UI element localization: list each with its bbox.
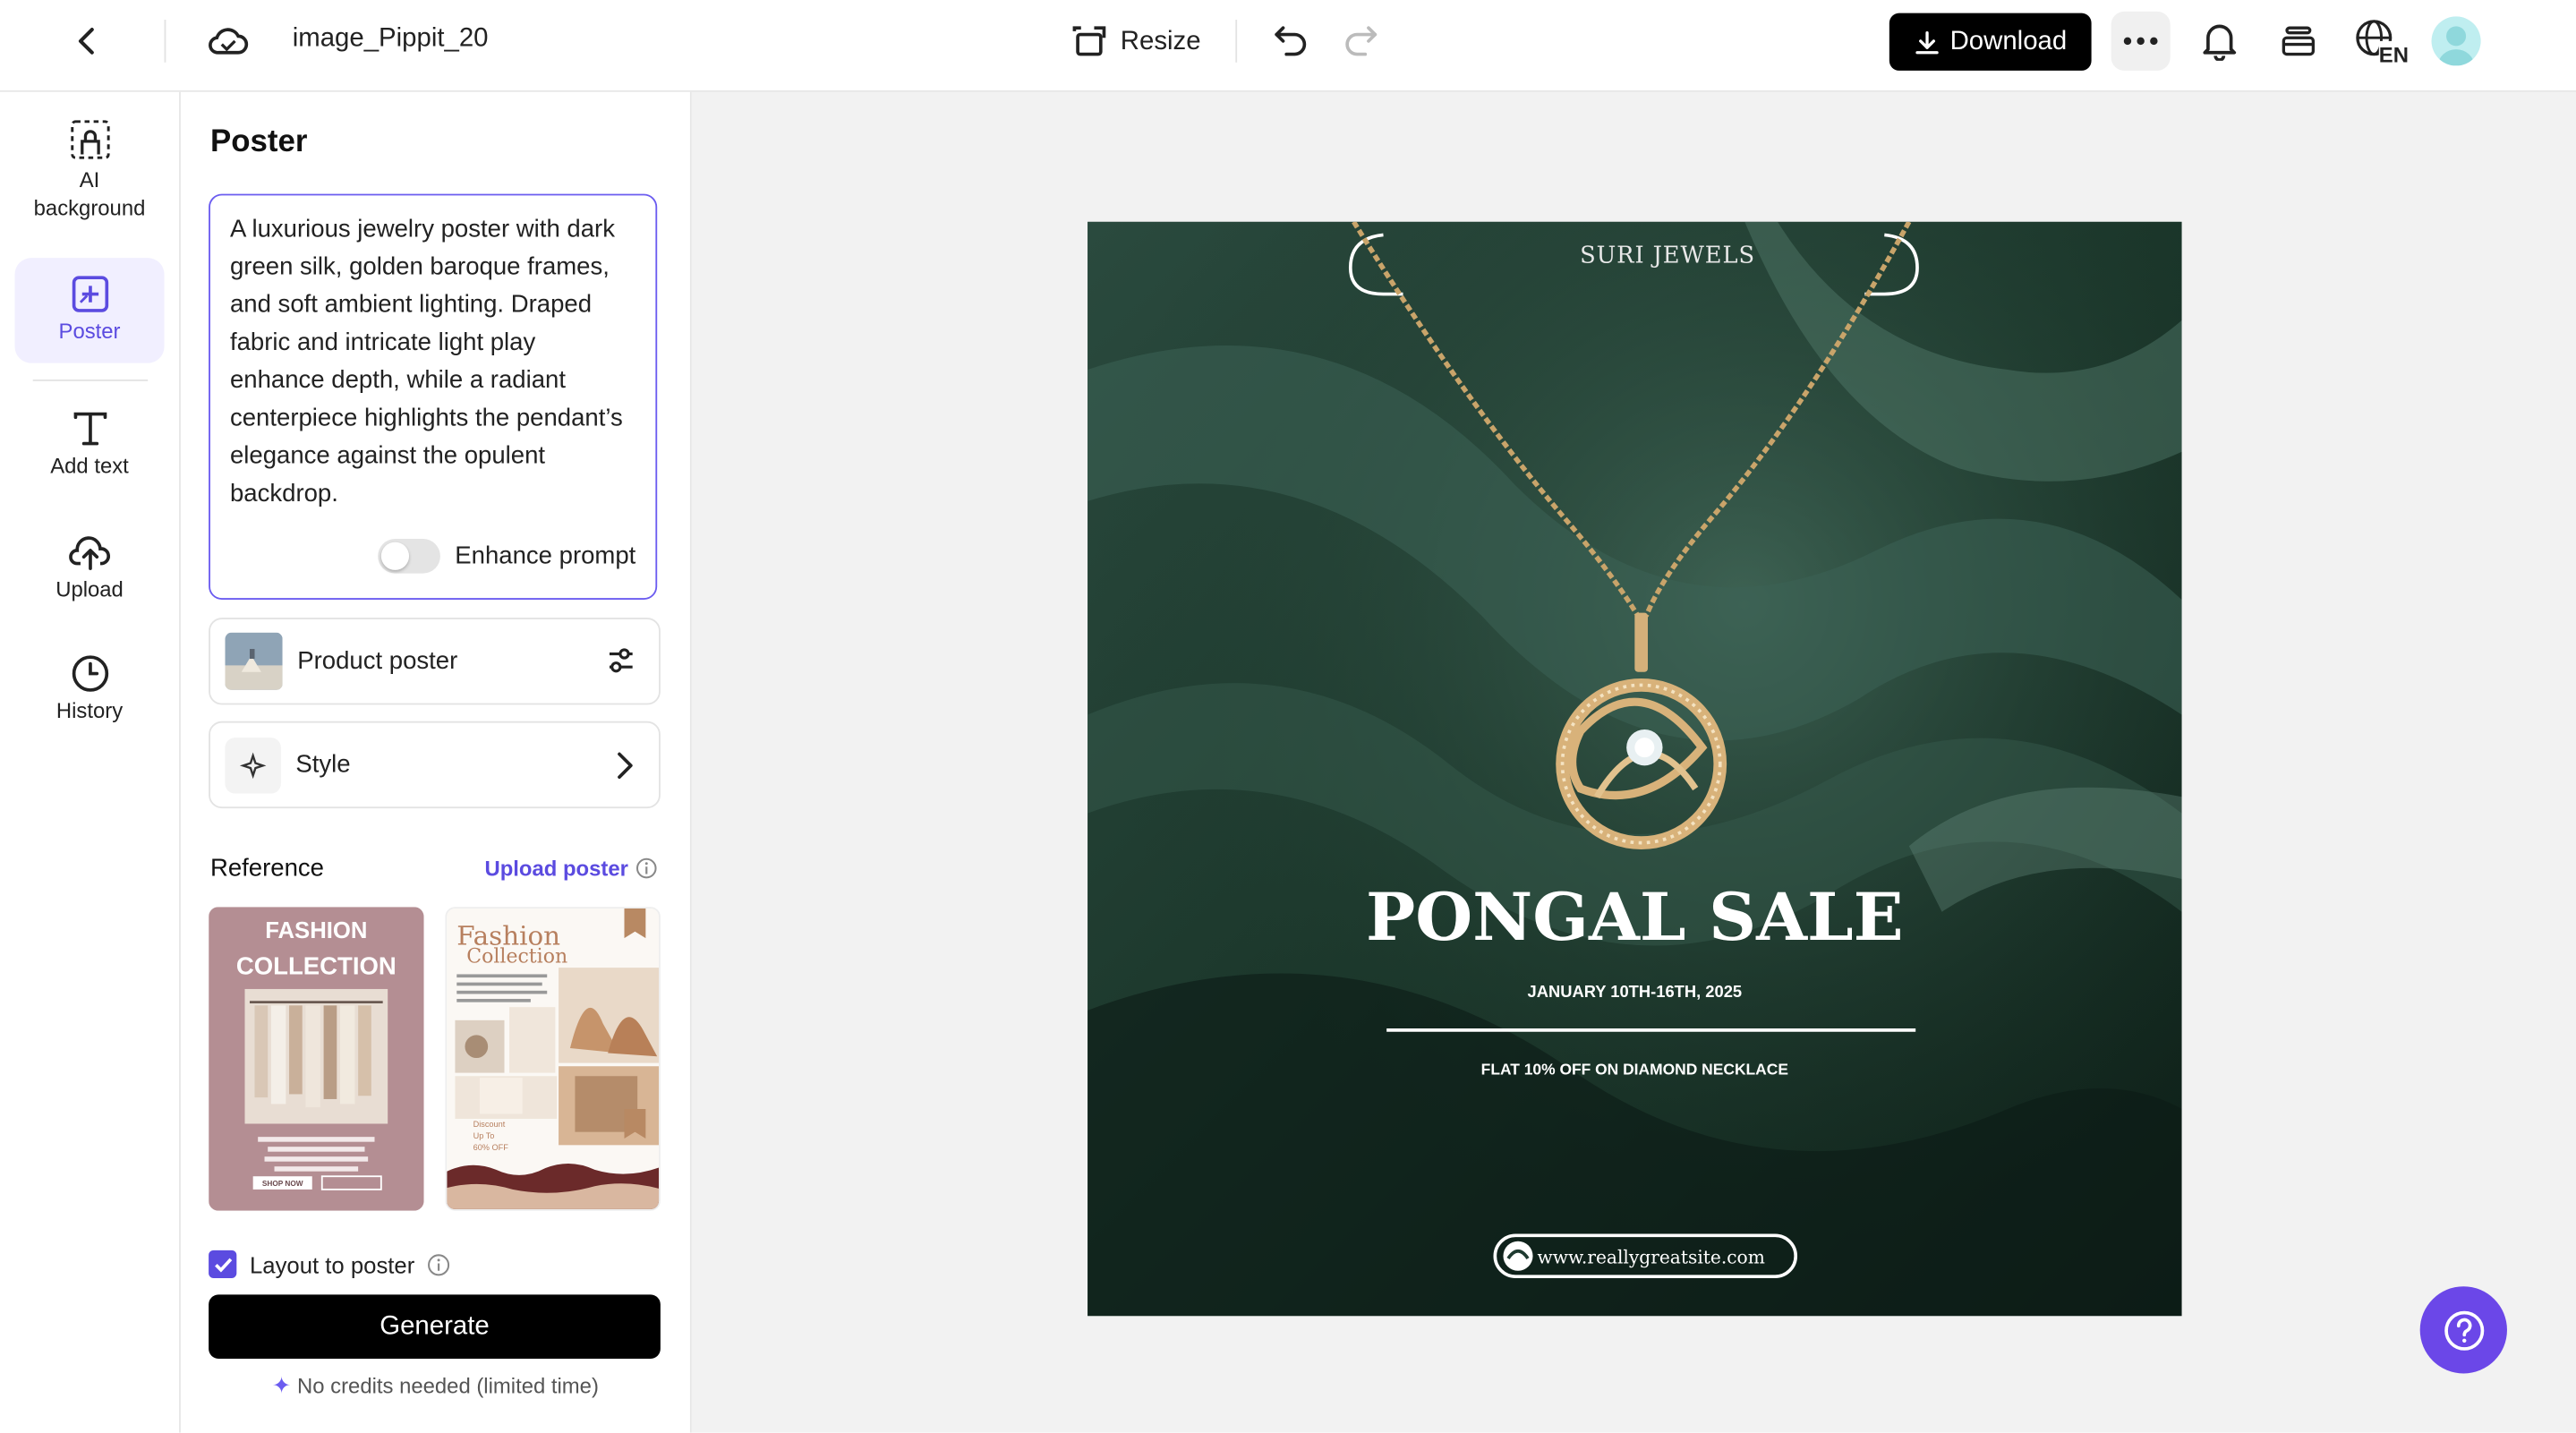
resize-button[interactable]: Resize — [1071, 18, 1201, 67]
product-poster-label: Product poster — [297, 647, 458, 676]
cloud-save-button[interactable] — [200, 13, 256, 69]
enhance-prompt-row: Enhance prompt — [378, 537, 635, 575]
layout-to-poster-checkbox[interactable] — [209, 1250, 237, 1279]
bell-icon — [2203, 24, 2237, 61]
rail-item-label: Add text — [50, 453, 129, 479]
upload-poster-link[interactable]: Upload poster — [484, 856, 658, 881]
top-bar: image_Pippit_20 Resize Download EN — [0, 0, 2576, 92]
poster-headline[interactable]: PONGAL SALE — [1366, 879, 1904, 956]
poster-dates[interactable]: JANUARY 10TH-16TH, 2025 — [1528, 982, 1743, 1001]
help-button[interactable] — [2419, 1286, 2507, 1374]
prompt-text[interactable]: A luxurious jewelry poster with dark gre… — [230, 210, 635, 513]
layout-to-poster-label: Layout to poster — [249, 1250, 415, 1278]
download-label: Download — [1949, 27, 2068, 55]
layers-button[interactable] — [2271, 13, 2326, 69]
globe-icon — [1503, 1241, 1533, 1271]
rail-item-history[interactable]: History — [15, 654, 165, 739]
more-options-button[interactable] — [2111, 11, 2171, 71]
panel-title: Poster — [209, 124, 308, 160]
globe-icon: EN — [2356, 20, 2410, 64]
enhance-prompt-toggle[interactable] — [378, 539, 440, 574]
notifications-button[interactable] — [2192, 13, 2248, 69]
style-selector[interactable]: Style — [209, 721, 661, 809]
poster-offer[interactable]: FLAT 10% OFF ON DIAMOND NECKLACE — [1481, 1060, 1788, 1078]
divider — [32, 380, 149, 381]
poster-website[interactable]: www.reallygreatsite.com — [1537, 1246, 1764, 1267]
generate-label: Generate — [380, 1311, 490, 1340]
download-icon — [1915, 30, 1939, 54]
info-icon[interactable] — [428, 1253, 451, 1276]
rail-item-upload[interactable]: Upload — [15, 533, 165, 618]
reference-thumbnail-fashion-collection[interactable]: FASHION COLLECTION SHOP NOW — [209, 907, 424, 1211]
rail-item-ai-background[interactable]: AI background — [15, 118, 165, 233]
product-poster-selector[interactable]: Product poster — [209, 618, 661, 705]
redo-icon — [1345, 26, 1378, 56]
history-icon — [71, 655, 108, 692]
rail-item-poster[interactable]: Poster — [14, 258, 165, 363]
language-label: EN — [2379, 44, 2409, 64]
divider — [1235, 20, 1238, 63]
text-icon — [73, 412, 107, 446]
canvas-area: SURI JEWELS PONGAL SALE JANUARY 10TH-16T… — [691, 91, 2576, 1433]
chevron-left-icon — [78, 28, 94, 55]
style-label: Style — [295, 750, 351, 780]
reference-title: Reference — [209, 854, 324, 883]
upload-icon — [68, 536, 110, 570]
ref2-discount-line3: 60% OFF — [473, 1143, 509, 1152]
poster-brand[interactable]: SURI JEWELS — [1580, 243, 1755, 269]
check-icon — [214, 1257, 232, 1272]
undo-button[interactable] — [1265, 13, 1318, 66]
back-button[interactable] — [59, 13, 115, 69]
document-title[interactable]: image_Pippit_20 — [293, 25, 489, 55]
rail-item-label: AI background — [33, 167, 146, 220]
prompt-textarea[interactable]: A luxurious jewelry poster with dark gre… — [209, 193, 658, 600]
poster-icon — [71, 276, 108, 312]
poster-canvas[interactable]: SURI JEWELS PONGAL SALE JANUARY 10TH-16T… — [1088, 221, 2182, 1317]
upload-poster-label: Upload poster — [484, 856, 628, 881]
enhance-prompt-label: Enhance prompt — [455, 542, 636, 570]
info-icon[interactable] — [636, 857, 658, 879]
divider — [164, 20, 166, 63]
avatar[interactable] — [2431, 16, 2481, 66]
resize-label: Resize — [1120, 28, 1201, 56]
redo-button[interactable] — [1334, 13, 1386, 66]
ref2-discount-line2: Up To — [473, 1131, 495, 1140]
rail-item-add-text[interactable]: Add text — [15, 409, 165, 494]
sparkle-icon: ✦ — [271, 1371, 292, 1399]
product-poster-thumbnail — [225, 632, 283, 690]
left-rail: AI background Poster Add text Upload His… — [0, 91, 181, 1433]
ref2-title-line2: Collection — [466, 946, 567, 968]
user-avatar-icon — [2437, 26, 2475, 66]
sparkle-icon — [239, 751, 267, 779]
style-icon-box — [225, 737, 281, 793]
stack-icon — [2282, 26, 2316, 56]
question-icon — [2444, 1309, 2484, 1350]
more-icon — [2123, 37, 2158, 46]
resize-icon — [1072, 26, 1106, 56]
chevron-right-icon — [618, 752, 633, 780]
ref1-title-line2: COLLECTION — [236, 951, 397, 979]
rail-item-label: Upload — [55, 576, 124, 601]
ai-background-icon — [70, 120, 109, 159]
language-button[interactable]: EN — [2350, 13, 2415, 69]
generate-button[interactable]: Generate — [209, 1294, 661, 1359]
ref2-discount-line1: Discount — [473, 1120, 506, 1129]
rail-item-label: Poster — [58, 319, 121, 344]
credits-note-text: No credits needed (limited time) — [297, 1373, 599, 1399]
ref1-title-line1: FASHION — [265, 918, 367, 943]
rail-item-label: History — [55, 698, 124, 723]
reference-thumbnail-fashion-collection-2[interactable]: Fashion Collection Discount Up To 60% OF… — [445, 907, 661, 1211]
undo-icon — [1275, 26, 1307, 56]
cloud-icon — [209, 28, 249, 55]
poster-panel: Poster A luxurious jewelry poster with d… — [180, 91, 692, 1433]
download-button[interactable]: Download — [1889, 13, 2092, 71]
sliders-icon[interactable] — [606, 644, 635, 678]
layout-to-poster-row: Layout to poster — [209, 1250, 451, 1279]
credits-note: ✦ No credits needed (limited time) — [181, 1372, 690, 1400]
ref1-shop-now: SHOP NOW — [262, 1180, 303, 1188]
